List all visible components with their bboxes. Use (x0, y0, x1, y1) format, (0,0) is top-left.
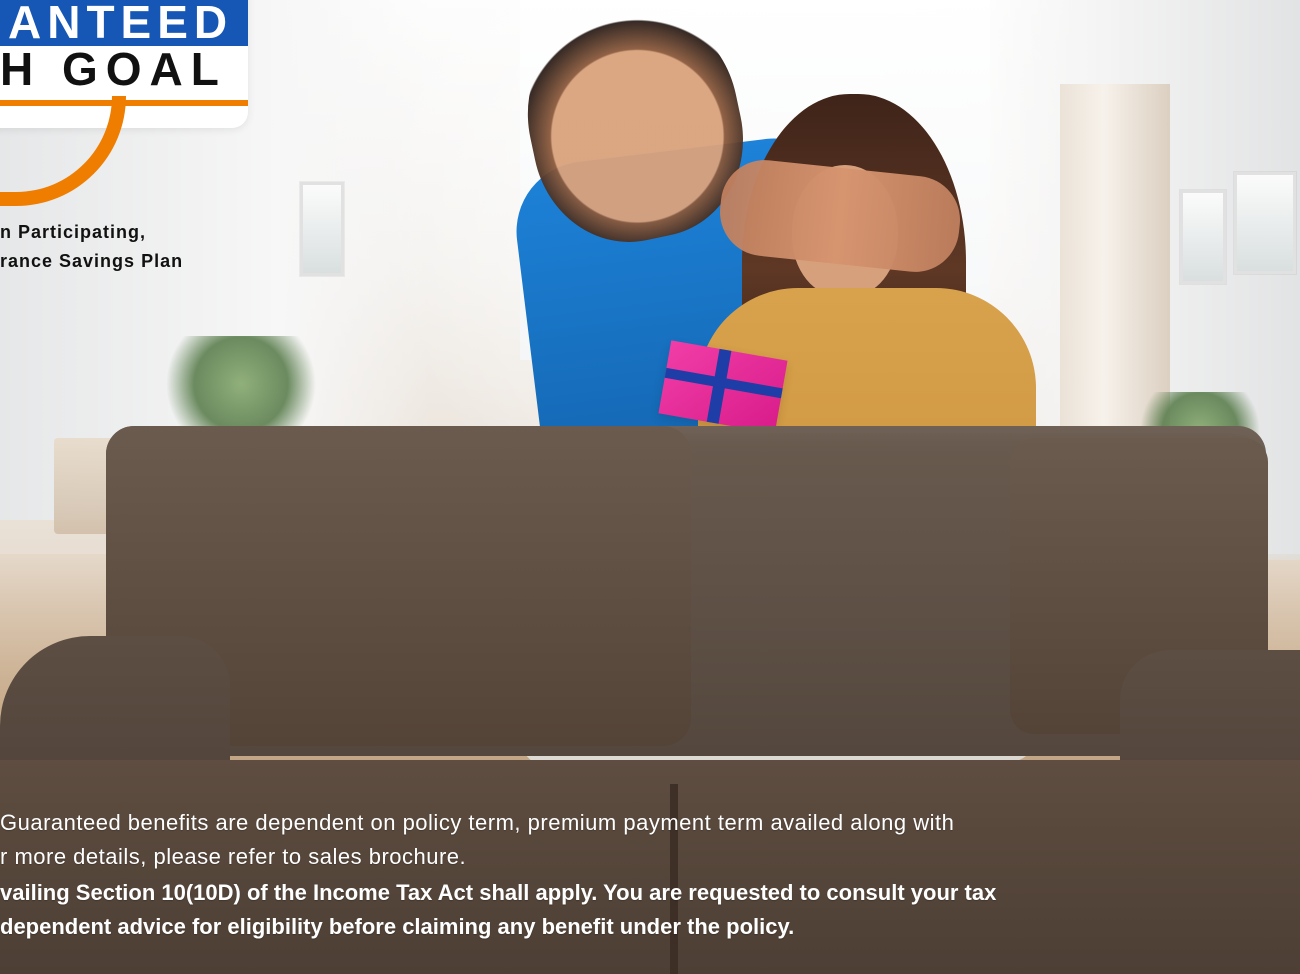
ad-banner: ANTEED H GOAL n Participating, rance Sav… (0, 0, 1300, 974)
product-tagline: n Participating, rance Savings Plan (0, 218, 280, 276)
tagline-line-2: rance Savings Plan (0, 251, 184, 271)
tagline-line-1: n Participating, (0, 222, 147, 242)
disclaimer-line-3: vailing Section 10(10D) of the Income Ta… (0, 880, 997, 905)
logo-main-text: H GOAL (0, 43, 227, 95)
disclaimer-line-1: Guaranteed benefits are dependent on pol… (0, 810, 955, 835)
wall-frame-right (1180, 190, 1226, 284)
logo-top-text: ANTEED (8, 0, 234, 48)
wall-frame-left (300, 182, 344, 276)
disclaimer-line-4: dependent advice for eligibility before … (0, 914, 795, 939)
disclaimer-line-2: r more details, please refer to sales br… (0, 844, 467, 869)
disclaimer-text: Guaranteed benefits are dependent on pol… (0, 806, 1200, 944)
wall-frame-far-right (1234, 172, 1296, 274)
